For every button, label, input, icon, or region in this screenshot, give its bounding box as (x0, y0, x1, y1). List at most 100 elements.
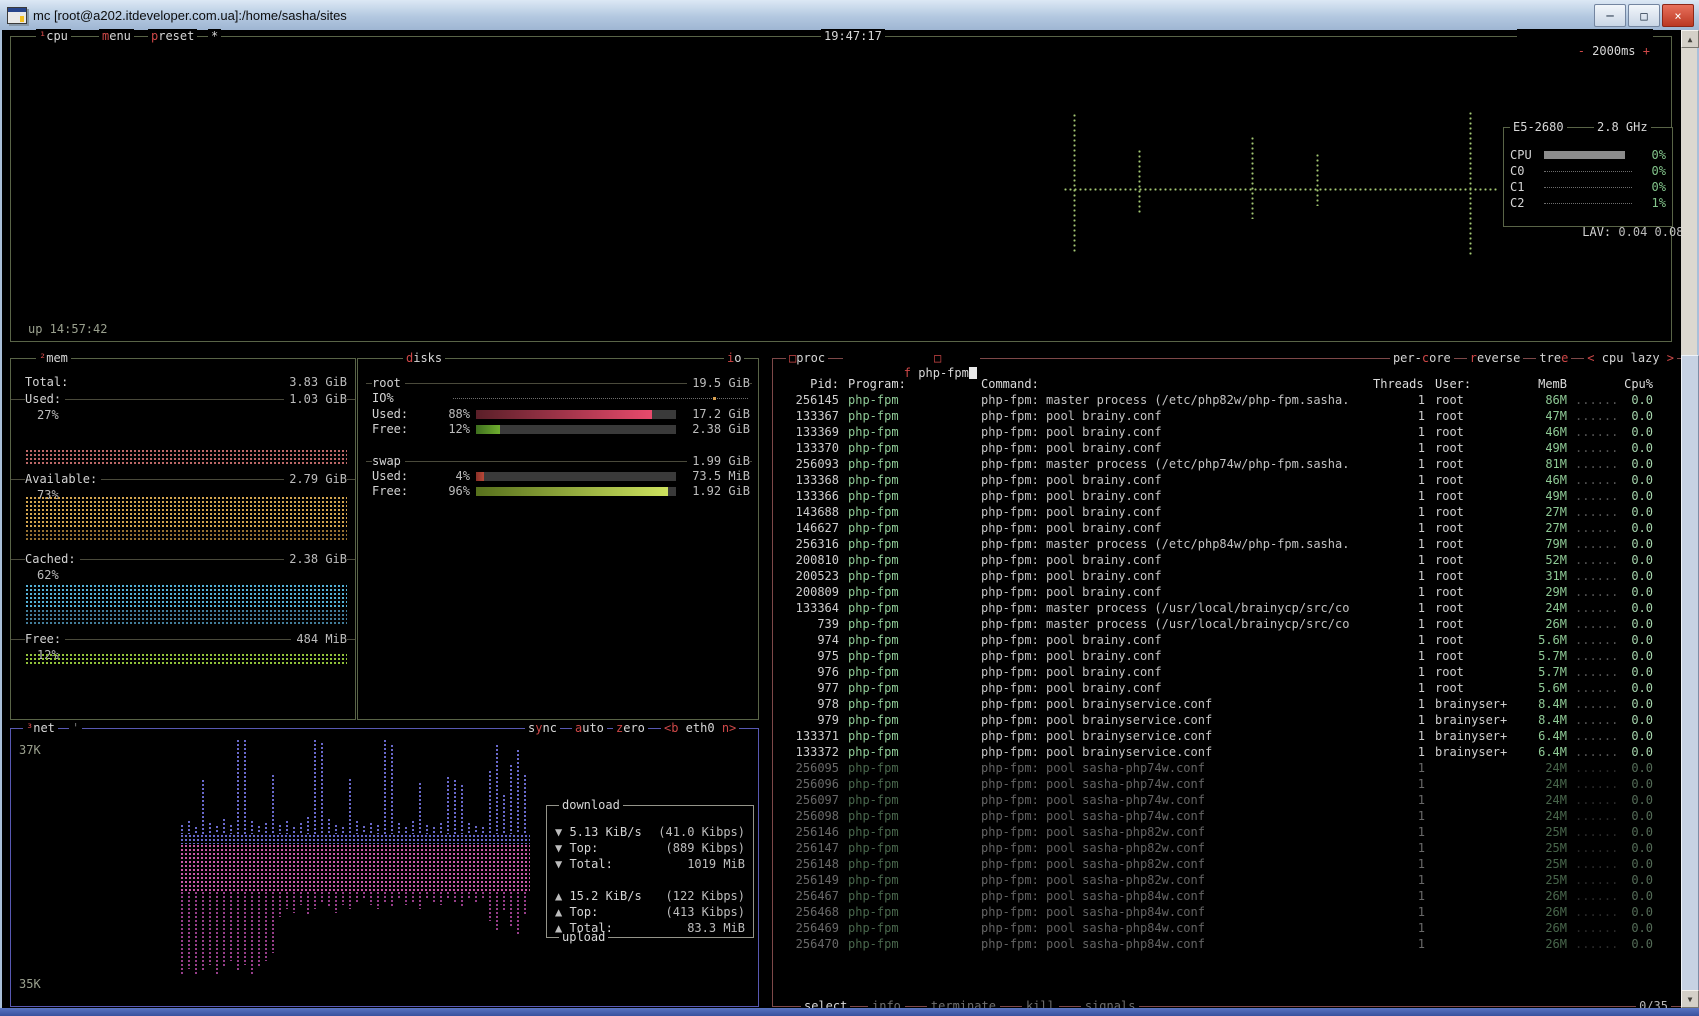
process-row[interactable]: 256147php-fpmphp-fpm: pool sasha-php82w.… (773, 841, 1685, 856)
cell-program: php-fpm (848, 745, 968, 760)
cell-program: php-fpm (848, 857, 968, 872)
process-row[interactable]: 200810php-fpmphp-fpm: pool brainy.conf1r… (773, 553, 1685, 568)
column-header-program[interactable]: Program: (848, 377, 968, 392)
process-row[interactable]: 256468php-fpmphp-fpm: pool sasha-php84w.… (773, 905, 1685, 920)
column-header-threads[interactable]: Threads: (1373, 377, 1425, 392)
scrollbar[interactable]: ▲ ▼ (1681, 30, 1697, 1008)
net-upload-col (467, 891, 472, 900)
tab-menu[interactable]: menu (99, 29, 134, 44)
process-row[interactable]: 133366php-fpmphp-fpm: pool brainy.conf1r… (773, 489, 1685, 504)
cell-memory: 49M (1497, 441, 1567, 456)
process-row[interactable]: 256148php-fpmphp-fpm: pool sasha-php82w.… (773, 857, 1685, 872)
cell-memory: 6.4M (1497, 729, 1567, 744)
net-download-col (334, 824, 339, 834)
cell-memory: 8.4M (1497, 697, 1567, 712)
process-row[interactable]: 974php-fpmphp-fpm: pool brainy.conf1root… (773, 633, 1685, 648)
process-row[interactable]: 133364php-fpmphp-fpm: master process (/u… (773, 601, 1685, 616)
titlebar[interactable]: mc [root@a202.itdeveloper.com.ua]:/home/… (0, 0, 1699, 30)
tab-preset[interactable]: preset (148, 29, 197, 44)
tab-proc[interactable]: □proc (786, 351, 828, 366)
cell-threads: 1 (1373, 537, 1425, 552)
process-row[interactable]: 256093php-fpmphp-fpm: master process (/e… (773, 457, 1685, 472)
net-download-col (348, 778, 353, 834)
process-row[interactable]: 976php-fpmphp-fpm: pool brainy.conf1root… (773, 665, 1685, 680)
net-download-col (418, 782, 423, 834)
cell-threads: 1 (1373, 777, 1425, 792)
cell-pid: 256146 (773, 825, 839, 840)
cell-memory: 49M (1497, 489, 1567, 504)
process-row[interactable]: 256470php-fpmphp-fpm: pool sasha-php84w.… (773, 937, 1685, 952)
tab-auto[interactable]: auto (572, 721, 607, 736)
tab-interface-eth0[interactable]: <b eth0 n> (661, 721, 739, 736)
scroll-down-button[interactable]: ▼ (1681, 990, 1699, 1008)
process-row[interactable]: 133369php-fpmphp-fpm: pool brainy.conf1r… (773, 425, 1685, 440)
process-row[interactable]: 256467php-fpmphp-fpm: pool sasha-php84w.… (773, 889, 1685, 904)
cell-pid: 200523 (773, 569, 839, 584)
process-row[interactable]: 133367php-fpmphp-fpm: pool brainy.conf1r… (773, 409, 1685, 424)
tab-tree[interactable]: tree (1536, 351, 1571, 366)
cell-cpu: 0.0 (1609, 873, 1653, 888)
tab-zero[interactable]: zero (613, 721, 648, 736)
process-row[interactable]: 256316php-fpmphp-fpm: master process (/e… (773, 537, 1685, 552)
tab-sync[interactable]: sync (525, 721, 560, 736)
process-row[interactable]: 143688php-fpmphp-fpm: pool brainy.conf1r… (773, 505, 1685, 520)
disk-name-root: root19.5 GiB (358, 376, 758, 391)
tab-io[interactable]: io (724, 351, 744, 366)
process-row[interactable]: 133368php-fpmphp-fpm: pool brainy.conf1r… (773, 473, 1685, 488)
cell-program: php-fpm (848, 889, 968, 904)
process-row[interactable]: 256469php-fpmphp-fpm: pool sasha-php84w.… (773, 921, 1685, 936)
tab-per-core[interactable]: per-core (1390, 351, 1454, 366)
column-header-cpu%[interactable]: Cpu% (1609, 377, 1653, 392)
process-row[interactable]: 256097php-fpmphp-fpm: pool sasha-php74w.… (773, 793, 1685, 808)
cell-command: php-fpm: master process (/usr/local/brai… (981, 601, 1411, 616)
process-row[interactable]: 133371php-fpmphp-fpm: pool brainyservice… (773, 729, 1685, 744)
process-row[interactable]: 256096php-fpmphp-fpm: pool sasha-php74w.… (773, 777, 1685, 792)
process-row[interactable]: 256098php-fpmphp-fpm: pool sasha-php74w.… (773, 809, 1685, 824)
process-row[interactable]: 133370php-fpmphp-fpm: pool brainy.conf1r… (773, 441, 1685, 456)
net-upload-col (509, 891, 514, 926)
process-row[interactable]: 979php-fpmphp-fpm: pool brainyservice.co… (773, 713, 1685, 728)
column-header-pid[interactable]: Pid: (773, 377, 839, 392)
process-row[interactable]: 256095php-fpmphp-fpm: pool sasha-php74w.… (773, 761, 1685, 776)
mem-row-used: Used:1.03 GiB (11, 392, 355, 407)
tab-cpu[interactable]: ¹cpu (36, 29, 71, 44)
process-row[interactable]: 200523php-fpmphp-fpm: pool brainy.conf1r… (773, 569, 1685, 584)
maximize-button[interactable]: □ (1628, 4, 1660, 27)
cell-pid: 256148 (773, 857, 839, 872)
tab-disks[interactable]: disks (403, 351, 445, 366)
disk-bar-row-swap-used[interactable]: Used:4%73.5 MiB (358, 469, 758, 484)
process-row[interactable]: 256146php-fpmphp-fpm: pool sasha-php82w.… (773, 825, 1685, 840)
process-row[interactable]: 975php-fpmphp-fpm: pool brainy.conf1root… (773, 649, 1685, 664)
cell-program: php-fpm (848, 921, 968, 936)
disk-bar-row-root-used[interactable]: Used:88%17.2 GiB (358, 407, 758, 422)
cell-memory: 79M (1497, 537, 1567, 552)
process-row[interactable]: 256145php-fpmphp-fpm: master process (/e… (773, 393, 1685, 408)
preset-star[interactable]: * (208, 29, 221, 44)
scrollbar-thumb[interactable] (1681, 355, 1699, 992)
process-row[interactable]: 133372php-fpmphp-fpm: pool brainyservice… (773, 745, 1685, 760)
process-row[interactable]: 978php-fpmphp-fpm: pool brainyservice.co… (773, 697, 1685, 712)
net-download-col (194, 826, 199, 834)
process-row[interactable]: 200809php-fpmphp-fpm: pool brainy.conf1r… (773, 585, 1685, 600)
tab-cpu-lazy[interactable]: < cpu lazy > (1584, 351, 1677, 366)
column-header-command[interactable]: Command: (981, 377, 1281, 392)
process-row[interactable]: 256149php-fpmphp-fpm: pool sasha-php82w.… (773, 873, 1685, 888)
column-header-memb[interactable]: MemB (1497, 377, 1567, 392)
net-quote-tab[interactable]: ' (69, 721, 82, 736)
process-row[interactable]: 977php-fpmphp-fpm: pool brainy.conf1root… (773, 681, 1685, 696)
scroll-up-button[interactable]: ▲ (1681, 30, 1699, 48)
tab-net[interactable]: ³net (23, 721, 58, 736)
disk-bar-row-swap-free[interactable]: Free:96%1.92 GiB (358, 484, 758, 499)
net-download-col (432, 826, 437, 834)
tab-mem[interactable]: ²mem (36, 351, 71, 366)
cell-memory: 46M (1497, 425, 1567, 440)
close-button[interactable]: × (1662, 4, 1694, 27)
process-row[interactable]: 739php-fpmphp-fpm: master process (/usr/… (773, 617, 1685, 632)
process-row[interactable]: 146627php-fpmphp-fpm: pool brainy.conf1r… (773, 521, 1685, 536)
disk-bar-row-root-free[interactable]: Free:12%2.38 GiB (358, 422, 758, 437)
tab-reverse[interactable]: reverse (1467, 351, 1524, 366)
proc-checkbox-icon[interactable]: □ (931, 351, 944, 366)
net-upload-col (432, 891, 437, 903)
minimize-button[interactable]: ─ (1594, 4, 1626, 27)
net-download-col (320, 742, 325, 834)
